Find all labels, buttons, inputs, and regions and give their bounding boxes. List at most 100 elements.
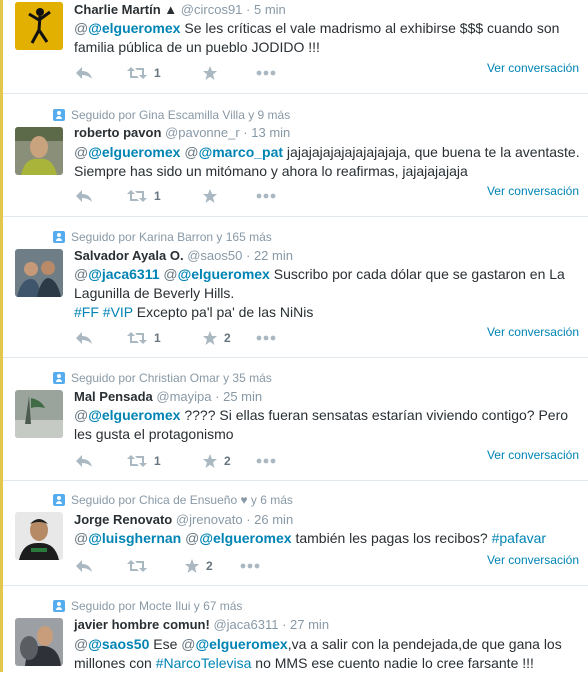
view-conversation-link[interactable]: Ver conversación [487,325,579,339]
reply-icon [76,455,92,467]
author-handle[interactable]: @jrenovato [176,512,243,527]
mention-text: @jaca6311 [88,266,160,282]
mention-link[interactable]: @@jaca6311 [74,266,160,282]
tweet-header: Charlie Martín ▲ @circos91 · 5 min [74,2,286,17]
hashtag-link[interactable]: #VIP [103,304,133,320]
tweet-text-line2-pre: millones con [74,655,156,671]
tweet[interactable]: Seguido por Christian Omar y 35 más Mal … [3,358,588,481]
author-handle[interactable]: @jaca6311 [213,617,278,632]
favorite-button[interactable]: 2 [202,453,231,469]
tweet-text-line1: también les pagas los recibos? [291,530,492,546]
mention-text: @elgueromex [88,144,181,160]
retweet-icon [127,455,147,467]
author-handle[interactable]: @saos50 [187,248,242,263]
mention-link[interactable]: @@elgueromex [74,20,180,36]
mention-link[interactable]: @@luisghernan [74,530,181,546]
reply-button[interactable] [74,453,94,469]
retweet-button[interactable]: 1 [126,453,161,469]
tweet-header: roberto pavon @pavonne_r · 13 min [74,125,290,140]
reply-button[interactable] [74,65,94,81]
avatar[interactable] [15,249,63,297]
view-conversation-link[interactable]: Ver conversación [487,553,579,567]
author-handle[interactable]: @circos91 [181,2,243,17]
author-handle[interactable]: @pavonne_r [165,125,240,140]
tweet-time[interactable]: 13 min [251,125,290,140]
avatar[interactable] [15,618,63,666]
more-icon [256,458,276,464]
avatar[interactable] [15,390,63,438]
tweet-text: @@elgueromex Se les críticas el vale mad… [74,19,584,57]
hashtag-link[interactable]: #pafavar [492,530,546,546]
favorite-button[interactable] [202,65,224,81]
more-icon [256,193,276,199]
retweet-button[interactable] [126,558,154,574]
avatar[interactable] [15,512,63,560]
tweet-time[interactable]: 5 min [254,2,286,17]
tweet-header: Salvador Ayala O. @saos50 · 22 min [74,248,293,263]
tweet[interactable]: Charlie Martín ▲ @circos91 · 5 min @@elg… [3,0,588,94]
social-context-text: Seguido por Gina Escamilla Villa y 9 más [71,108,291,122]
author-name[interactable]: Charlie Martín ▲ [74,2,177,17]
view-conversation-link[interactable]: Ver conversación [487,61,579,75]
retweet-count: 1 [154,454,161,468]
tweet-time[interactable]: 25 min [223,389,262,404]
retweet-button[interactable]: 1 [126,65,161,81]
tweet-header: javier hombre comun! @jaca6311 · 27 min [74,617,329,632]
avatar[interactable] [15,2,63,50]
more-button[interactable] [240,563,260,569]
author-handle[interactable]: @mayipa [156,389,211,404]
more-button[interactable] [256,458,276,464]
mention-link[interactable]: @@marco_pat [184,144,283,160]
tweet[interactable]: Seguido por Mocte Ilui y 67 más javier h… [3,586,588,676]
mention-link[interactable]: @@elgueromex [74,407,180,423]
tweet-time[interactable]: 26 min [254,512,293,527]
tweet-text: @@jaca6311 @@elgueromex Suscribo por cad… [74,265,584,322]
mention-link[interactable]: @@elgueromex [181,636,287,652]
author-name[interactable]: javier hombre comun! [74,617,210,632]
mention-link[interactable]: @@saos50 [74,636,149,652]
tweet-text-line1: Suscribo por cada dólar que se gastaron … [269,266,565,282]
author-name[interactable]: Jorge Renovato [74,512,172,527]
separator-dot: · [246,512,251,527]
tweet[interactable]: Seguido por Chica de Ensueño ♥ y 6 más J… [3,481,588,586]
more-button[interactable] [256,70,276,76]
author-name[interactable]: roberto pavon [74,125,161,140]
tweet-text: @@elgueromex ???? Si ellas fueran sensat… [74,406,584,444]
hashtag-link[interactable]: #FF [74,304,99,320]
tweet-time[interactable]: 22 min [254,248,293,263]
mention-link[interactable]: @@elgueromex [74,144,180,160]
favorite-count: 2 [206,559,213,573]
retweet-button[interactable]: 1 [126,330,161,346]
social-context: Seguido por Christian Omar y 35 más [53,371,272,385]
tweet[interactable]: Seguido por Gina Escamilla Villa y 9 más… [3,94,588,217]
author-name[interactable]: Mal Pensada [74,389,153,404]
view-conversation-link[interactable]: Ver conversación [487,448,579,462]
hashtag-link[interactable]: #NarcoTelevisa [156,655,252,671]
favorite-button[interactable] [202,188,224,204]
avatar[interactable] [15,127,63,175]
more-button[interactable] [256,193,276,199]
reply-button[interactable] [74,558,94,574]
person-icon [53,231,65,243]
tweet-text-line2: Siempre has sido un mitómano y ahora lo … [74,163,468,179]
mention-link[interactable]: @@elgueromex [185,530,291,546]
tweet-text-line1: ???? Si ellas fueran sensatas estarían v… [180,407,569,423]
reply-button[interactable] [74,330,94,346]
retweet-button[interactable]: 1 [126,188,161,204]
star-icon [203,189,217,203]
author-name[interactable]: Salvador Ayala O. [74,248,184,263]
social-context: Seguido por Karina Barron y 165 más [53,230,272,244]
view-conversation-link[interactable]: Ver conversación [487,184,579,198]
mention-link[interactable]: @@elgueromex [163,266,269,282]
favorite-button[interactable]: 2 [202,330,231,346]
favorite-button[interactable]: 2 [184,558,213,574]
retweet-count: 1 [154,189,161,203]
reply-button[interactable] [74,188,94,204]
separator-dot: · [243,125,248,140]
mention-text: @elgueromex [88,407,181,423]
tweet[interactable]: Seguido por Karina Barron y 165 más Salv… [3,217,588,358]
more-button[interactable] [256,335,276,341]
social-context-text: Seguido por Chica de Ensueño ♥ y 6 más [71,493,293,507]
person-icon [53,494,65,506]
tweet-time[interactable]: 27 min [290,617,329,632]
